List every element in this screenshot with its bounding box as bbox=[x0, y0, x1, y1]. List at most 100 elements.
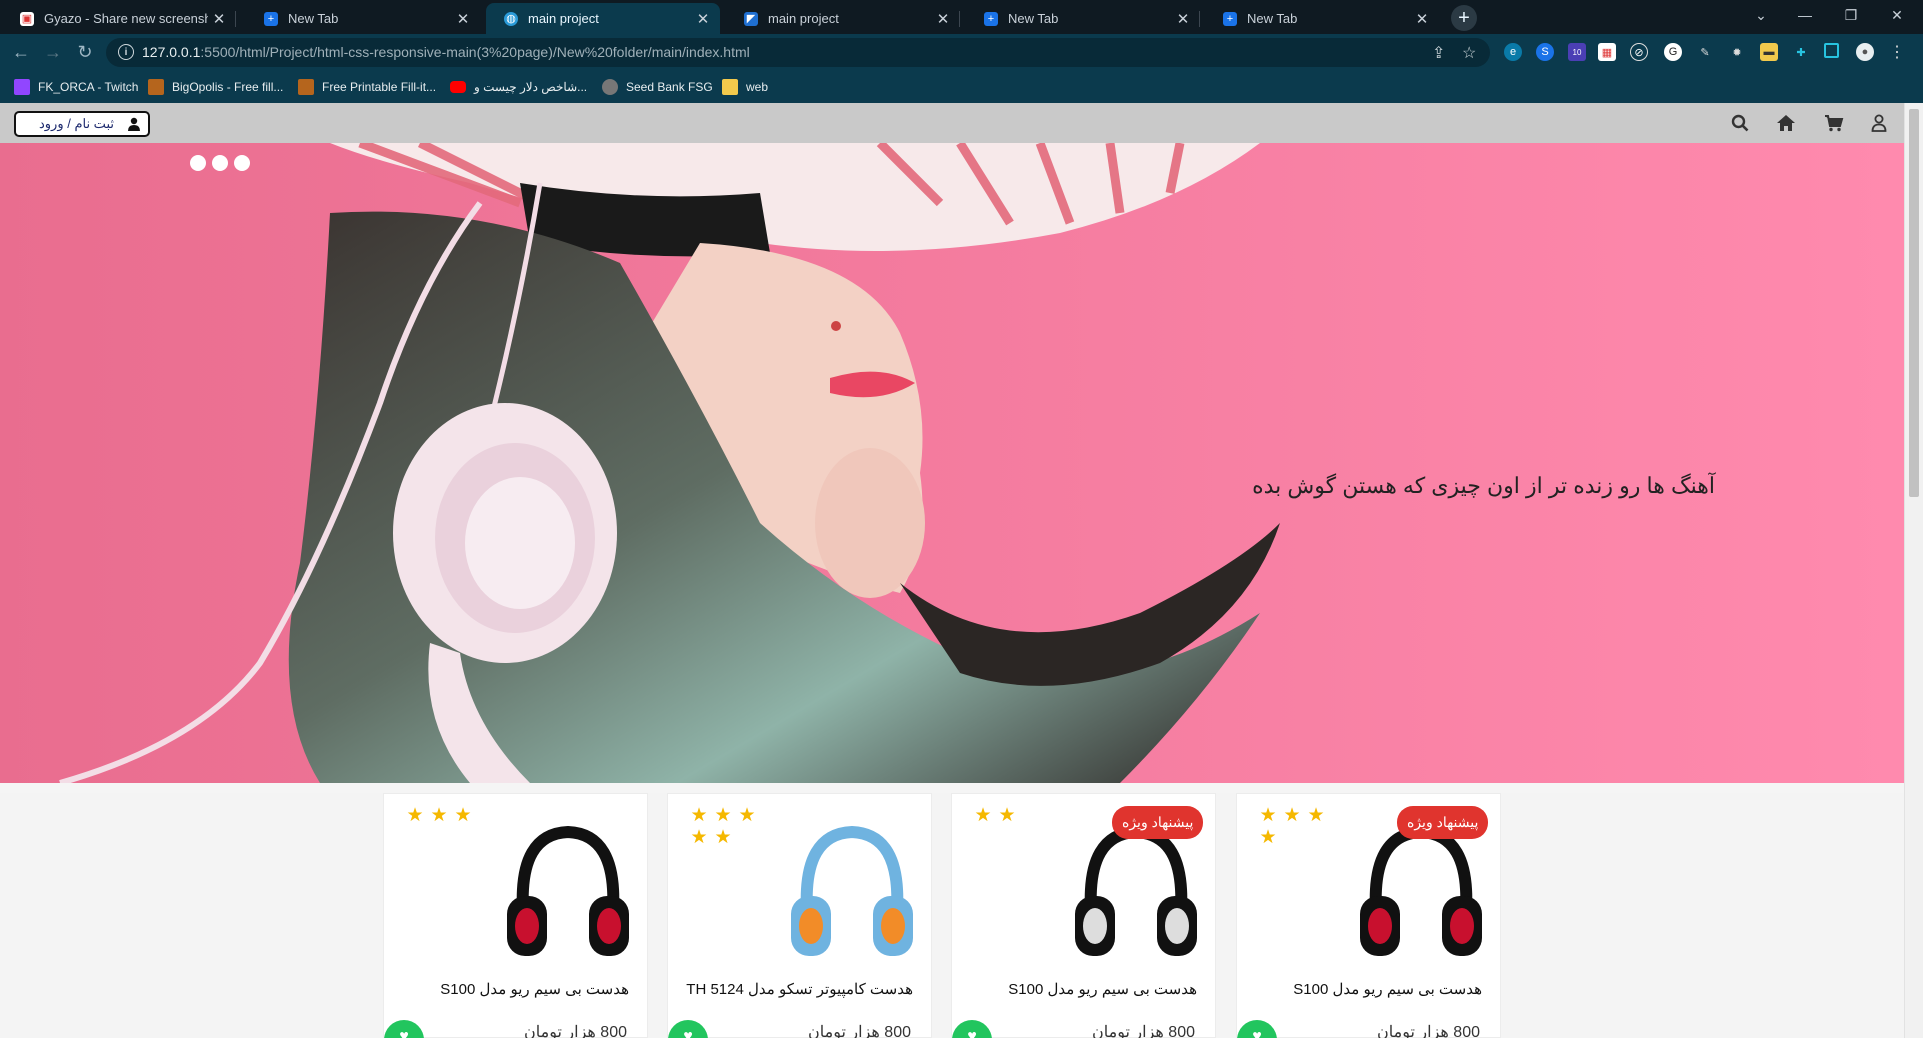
close-window-icon[interactable]: ✕ bbox=[1874, 0, 1920, 30]
bookmark-label: Seed Bank FSG bbox=[626, 80, 713, 94]
extension-compass-icon[interactable]: ⊘ bbox=[1630, 43, 1648, 61]
tab-new-tab-1[interactable]: + New Tab ✕ bbox=[246, 3, 480, 34]
bookmark-printable[interactable]: Free Printable Fill-it... bbox=[298, 77, 436, 97]
close-tab-icon[interactable]: ✕ bbox=[208, 10, 230, 28]
printable-icon bbox=[298, 79, 314, 95]
extension-pen-icon[interactable]: ✎ bbox=[1696, 43, 1714, 61]
account-icon[interactable] bbox=[1867, 111, 1891, 135]
tab-search-icon[interactable]: ⌄ bbox=[1738, 0, 1784, 30]
bookmark-bigopolis[interactable]: BigOpolis - Free fill... bbox=[148, 77, 283, 97]
twitch-icon bbox=[14, 79, 30, 95]
slider-dot[interactable] bbox=[234, 155, 250, 171]
youtube-icon bbox=[450, 81, 466, 93]
special-offer-badge: پیشنهاد ویژه bbox=[1397, 806, 1489, 839]
star-icon: ★ bbox=[454, 805, 472, 826]
product-name[interactable]: هدست بی سیم ریو مدل S100 bbox=[952, 980, 1197, 998]
slider-dot[interactable] bbox=[190, 155, 206, 171]
product-card[interactable]: ★ ★ ★ هدست بی سیم ریو مدل S100 800 هزار تو… bbox=[383, 793, 648, 1038]
slider-dot[interactable] bbox=[212, 155, 228, 171]
extension-edge-icon[interactable]: e bbox=[1504, 43, 1522, 61]
reload-icon[interactable]: ↻ bbox=[74, 41, 96, 63]
tab-title: New Tab bbox=[1008, 11, 1059, 26]
star-icon: ★ bbox=[430, 805, 448, 826]
product-name[interactable]: هدست بی سیم ریو مدل S100 bbox=[384, 980, 629, 998]
bookmark-twitch[interactable]: FK_ORCA - Twitch bbox=[14, 77, 138, 97]
extension-folder-icon[interactable]: ▬ bbox=[1760, 43, 1778, 61]
product-price: 800 هزار تومان bbox=[524, 1024, 627, 1038]
new-tab-icon: + bbox=[264, 11, 278, 26]
close-tab-icon[interactable]: ✕ bbox=[692, 10, 714, 28]
search-icon[interactable] bbox=[1728, 111, 1752, 135]
tab-new-tab-2[interactable]: + New Tab ✕ bbox=[966, 3, 1200, 34]
minimize-icon[interactable]: — bbox=[1782, 0, 1828, 30]
vscode-icon: ◤ bbox=[744, 11, 758, 26]
bookmark-seed-bank[interactable]: Seed Bank FSG bbox=[602, 77, 713, 97]
star-icon: ★ bbox=[714, 827, 732, 848]
tab-title: main project bbox=[528, 11, 599, 26]
page-scrollbar[interactable] bbox=[1904, 103, 1923, 1038]
product-card[interactable]: ★ ★ هدست بی سیم ریو مدل S100 800 هزار توم… bbox=[951, 793, 1216, 1038]
tab-gyazo[interactable]: ▣ Gyazo - Share new screenshots. ✕ bbox=[2, 3, 236, 34]
close-tab-icon[interactable]: ✕ bbox=[932, 10, 954, 28]
share-icon[interactable]: ⇪ bbox=[1432, 43, 1445, 63]
extension-gear-icon[interactable]: ✹ bbox=[1728, 43, 1746, 61]
address-bar[interactable]: i 127.0.0.1:5500/html/Project/html-css-r… bbox=[106, 38, 1490, 67]
bookmark-folder-web[interactable]: web bbox=[722, 77, 768, 97]
close-tab-icon[interactable]: ✕ bbox=[1411, 10, 1433, 28]
product-image[interactable] bbox=[489, 814, 647, 972]
star-icon: ★ bbox=[1259, 827, 1277, 848]
tab-strip: ▣ Gyazo - Share new screenshots. ✕ + New… bbox=[0, 0, 1923, 34]
home-icon[interactable] bbox=[1774, 111, 1798, 135]
bookmark-dollar-index[interactable]: شاخص دلار چیست و... bbox=[450, 77, 587, 97]
site-info-icon[interactable]: i bbox=[118, 44, 134, 60]
tab-main-project[interactable]: ◤ main project ✕ bbox=[726, 3, 960, 34]
product-image[interactable] bbox=[773, 814, 931, 972]
globe-icon bbox=[602, 79, 618, 95]
heart-icon[interactable]: ♥ bbox=[1237, 1020, 1277, 1038]
tab-title: New Tab bbox=[288, 11, 339, 26]
login-register-button[interactable]: ثبت نام / ورود bbox=[14, 111, 150, 137]
product-price: 800 هزار تومان bbox=[1092, 1024, 1195, 1038]
hero-headphones-girl-image bbox=[0, 143, 1904, 783]
extensions-puzzle-icon[interactable]: ✚ bbox=[1792, 43, 1810, 61]
scrollbar-thumb[interactable] bbox=[1909, 109, 1919, 497]
heart-icon[interactable]: ♥ bbox=[952, 1020, 992, 1038]
product-price: 800 هزار تومان bbox=[808, 1024, 911, 1038]
bookmark-label: BigOpolis - Free fill... bbox=[172, 80, 284, 94]
product-name[interactable]: هدست بی سیم ریو مدل S100 bbox=[1237, 980, 1482, 998]
new-tab-button[interactable]: + bbox=[1451, 5, 1477, 31]
star-icon: ★ bbox=[1307, 805, 1325, 826]
extension-counter-icon[interactable]: 10 bbox=[1568, 43, 1586, 61]
close-tab-icon[interactable]: ✕ bbox=[1172, 10, 1194, 28]
side-panel-icon[interactable] bbox=[1824, 43, 1839, 58]
heart-icon[interactable]: ♥ bbox=[384, 1020, 424, 1038]
tab-new-tab-3[interactable]: + New Tab ✕ bbox=[1205, 3, 1439, 34]
bookmark-label: Free Printable Fill-it... bbox=[322, 80, 437, 94]
browser-menu-icon[interactable]: ⋮ bbox=[1888, 43, 1906, 61]
cart-icon[interactable] bbox=[1822, 111, 1846, 135]
heart-icon[interactable]: ♥ bbox=[668, 1020, 708, 1038]
hero-headline: آهنگ ها رو زنده تر از اون چیزی که هستن گ… bbox=[1252, 473, 1715, 498]
forward-icon[interactable]: → bbox=[42, 41, 64, 63]
star-icon: ★ bbox=[974, 805, 992, 826]
back-icon[interactable]: ← bbox=[10, 41, 32, 63]
product-name[interactable]: هدست کامپیوتر تسکو مدل TH 5124 bbox=[668, 980, 913, 998]
product-card[interactable]: ★ ★ ★ ★ ★ هدست کامپیوتر تسکو مدل TH 5124 800… bbox=[667, 793, 932, 1038]
star-icon: ★ bbox=[406, 805, 424, 826]
close-tab-icon[interactable]: ✕ bbox=[452, 10, 474, 28]
tab-title: Gyazo - Share new screenshots. bbox=[44, 11, 208, 26]
browser-chrome: ▣ Gyazo - Share new screenshots. ✕ + New… bbox=[0, 0, 1923, 103]
extension-calendar-icon[interactable]: ▦ bbox=[1598, 43, 1616, 61]
product-card[interactable]: ★ ★ ★ ★ هدست بی سیم ریو مدل S100 800 هزار ت… bbox=[1236, 793, 1501, 1038]
extension-shazam-icon[interactable]: S bbox=[1536, 43, 1554, 61]
extension-grammarly-icon[interactable]: G bbox=[1664, 43, 1682, 61]
tab-title: New Tab bbox=[1247, 11, 1298, 26]
bookmarks-bar: FK_ORCA - Twitch BigOpolis - Free fill..… bbox=[0, 71, 1923, 103]
restore-icon[interactable]: ❐ bbox=[1828, 0, 1874, 30]
tab-separator bbox=[1199, 11, 1200, 27]
profile-avatar-icon[interactable]: ● bbox=[1856, 43, 1874, 61]
tab-main-project-active[interactable]: ◍ main project ✕ bbox=[486, 3, 720, 34]
globe-icon: ◍ bbox=[504, 11, 518, 26]
bookmark-star-icon[interactable]: ☆ bbox=[1462, 43, 1476, 63]
extension-badge: 10 bbox=[1572, 47, 1582, 57]
